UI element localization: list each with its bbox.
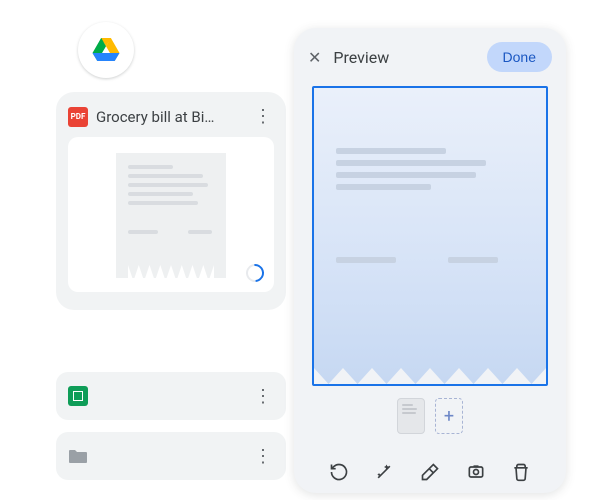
receipt-teeth (314, 368, 546, 384)
file-thumbnail[interactable] (68, 137, 274, 292)
add-page-button[interactable]: + (435, 398, 463, 434)
file-card: PDF Grocery bill at Bi… ⋮ (56, 92, 286, 310)
folder-icon (68, 448, 88, 464)
receipt-graphic (116, 153, 226, 278)
auto-enhance-icon[interactable] (373, 461, 395, 483)
preview-header: ✕ Preview Done (294, 28, 566, 82)
drive-icon (92, 37, 120, 63)
pdf-badge-icon: PDF (68, 107, 88, 127)
receipt-teeth (128, 265, 214, 281)
more-button[interactable]: ⋮ (252, 446, 274, 467)
drive-logo (78, 22, 134, 78)
file-title[interactable]: Grocery bill at Bi… (96, 108, 244, 126)
preview-toolbar (294, 447, 566, 493)
erase-icon[interactable] (419, 461, 441, 483)
list-item[interactable]: ⋮ (56, 432, 286, 480)
more-button[interactable]: ⋮ (252, 106, 274, 127)
page-thumbnail[interactable] (397, 398, 425, 434)
scan-page-preview[interactable] (312, 86, 548, 386)
file-header: PDF Grocery bill at Bi… ⋮ (68, 106, 274, 127)
close-button[interactable]: ✕ (308, 48, 321, 67)
more-button[interactable]: ⋮ (252, 386, 274, 407)
sheets-icon (68, 386, 88, 406)
preview-title: Preview (333, 48, 474, 67)
preview-panel: ✕ Preview Done + (294, 28, 566, 493)
done-button[interactable]: Done (487, 42, 552, 72)
list-item[interactable]: ⋮ (56, 372, 286, 420)
retake-icon[interactable] (328, 461, 350, 483)
delete-icon[interactable] (510, 461, 532, 483)
page-thumbnails: + (294, 398, 566, 434)
crop-icon[interactable] (465, 461, 487, 483)
loading-spinner-icon (246, 264, 264, 282)
